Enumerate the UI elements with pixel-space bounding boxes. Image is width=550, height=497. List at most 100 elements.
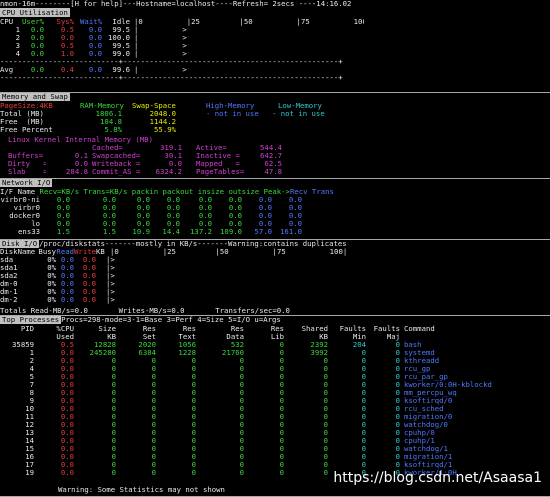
proc-min: 0 [361,349,366,357]
net-outsize: 0.0 [228,220,242,228]
cpu-row: 4 0.0 1.0 0.0 99.0 | > [0,50,550,58]
cpu-sys: 0.5 [60,42,74,50]
separator [0,178,550,179]
cpu-col-user: User% [22,18,44,26]
net-rows: virbr0-ni 0.0 0.0 0.0 0.0 0.0 0.0 0.0 0.0 virbr0 0… [0,196,550,236]
proc-text: 0 [191,461,196,469]
cpu-user: 0.0 [30,26,44,34]
proc-min: 0 [361,413,366,421]
proc-shared: 2392 [310,341,328,349]
proc-lib: 0 [279,421,284,429]
proc-cmd: ksoftirqd/1 [404,461,453,469]
proc-text: 0 [191,357,196,365]
proc-lib: 0 [279,405,284,413]
net-row: ens33 1.5 1.5 10.9 14.4 137.2 109.0 57.0 161.0 [0,228,550,236]
cpu-bar: | > [134,50,187,58]
kernel-label: PageTables= [196,168,245,176]
net-peak-trans: 161.0 [280,228,302,236]
proc-set: 0 [151,453,156,461]
proc-pid: 15 [25,445,34,453]
proc-maj: 0 [395,413,400,421]
cpu-scale: |0 |25 |50 |75 100| [134,18,364,26]
mem-section-header: Memory and Swap [0,92,70,101]
proc-cmd: bash [404,341,422,349]
cpu-ruler: ---------------------------+------------… [0,74,550,82]
proc-text: 0 [191,445,196,453]
net-recv: 0.0 [56,196,70,204]
net-col-ifname: I/F Name [0,187,40,196]
disk-name: dm-2 [0,296,18,304]
proc-set: 0 [151,405,156,413]
net-peak-trans: 0.0 [288,196,302,204]
proc-set: 2020 [138,341,156,349]
proc-pid: 35859 [12,341,34,349]
net-ifname: ens33 [18,228,40,236]
proc-shared: 0 [323,365,328,373]
kernel-value: 30.1 [164,152,182,160]
proc-size: 0 [111,365,116,373]
cpu-avg-bar: | > [134,66,187,74]
kernel-label: Inactive = [196,152,240,160]
proc-maj: 0 [395,429,400,437]
cpu-id: 3 [15,42,20,50]
proc-col-header: Text [178,333,196,341]
proc-col-header: Res [182,325,196,333]
proc-size: 0 [111,461,116,469]
csdn-watermark: https://blog.csdn.net/Asaasa1 [333,470,542,486]
proc-size: 0 [111,429,116,437]
proc-data: 532 [230,341,244,349]
proc-row: 11 0.0 0 0 0 0 0 0 0 0 migration/0 [0,413,550,421]
disk-busy: 0% [47,288,56,296]
disk-busy: 0% [47,280,56,288]
proc-cpu: 0.0 [60,453,74,461]
proc-shared: 0 [323,453,328,461]
proc-size: 245280 [89,349,116,357]
kernel-label: Mapped = [196,160,240,168]
kernel-label: Writeback = [92,160,141,168]
mem-row: Free Percent 5.8% 55.9% [0,126,550,134]
kernel-value: 0.1 [74,152,88,160]
cpu-col-sys: Sys% [56,18,74,26]
mem-kernel-row: Dirty = 0.0 Writeback = 0.0 Mapped = 62.5 [0,160,550,168]
proc-shared: 0 [323,421,328,429]
proc-col-header: Maj [386,333,400,341]
cpu-idle: 99.5 [112,42,130,50]
cpu-col-header-row: CPU User% Sys% Wait% Idle |0 |25 |50 |75 100| [0,18,364,26]
proc-set: 0 [151,381,156,389]
mem-ram: 1806.1 [95,110,122,118]
proc-shared: 0 [323,445,328,453]
proc-data: 0 [239,405,244,413]
kernel-label: Buffers= [8,152,44,160]
proc-row: 4 0.0 0 0 0 0 0 0 0 0 rcu_gp [0,365,550,373]
proc-col-header: Res [230,325,244,333]
proc-col-header: KB [107,333,116,341]
proc-row: 1 0.0 245280 6384 1228 21760 0 3992 0 0 systemd [0,349,550,357]
proc-cpu: 0.0 [60,389,74,397]
cpu-avg-wait: 0.0 [88,66,102,74]
proc-min: 0 [361,445,366,453]
cpu-col-cpu: CPU [0,18,14,26]
cpu-avg-user: 0.0 [30,66,44,74]
proc-data: 0 [239,469,244,477]
disk-section-header: Disk I/O [0,239,40,248]
net-row: virbr0-ni 0.0 0.0 0.0 0.0 0.0 0.0 0.0 0.0 [0,196,550,204]
proc-cpu: 0.0 [60,397,74,405]
kernel-label: Slab = [8,168,46,176]
proc-cpu: 0.0 [60,349,74,357]
proc-min: 0 [361,421,366,429]
proc-set: 0 [151,445,156,453]
net-insize: 0.0 [198,220,212,228]
mem-col-header-row: PageSize:4KB RAM-Memory Swap-Space High-Mem… [0,102,348,110]
proc-data: 0 [239,397,244,405]
proc-section-header: Top Processes [0,315,62,324]
disk-write: 0.0 [82,264,96,272]
separator [0,92,550,93]
proc-maj: 0 [395,389,400,397]
disk-col-name: DiskName [0,248,36,256]
cpu-col-wait: Wait% [80,18,102,26]
proc-pid: 14 [25,437,34,445]
proc-col-header: Res [142,325,156,333]
proc-maj: 0 [395,341,400,349]
proc-shared: 0 [323,373,328,381]
disk-read: 0.0 [60,256,74,264]
